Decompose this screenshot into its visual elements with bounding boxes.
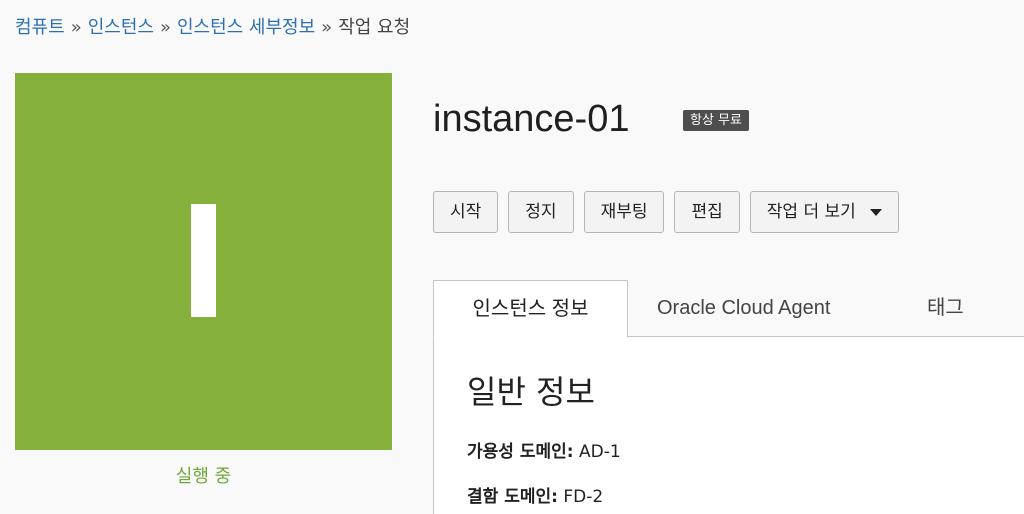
more-actions-button[interactable]: 작업 더 보기 — [749, 191, 899, 233]
always-free-badge: 항상 무료 — [683, 110, 749, 131]
action-toolbar: 시작 정지 재부팅 편집 작업 더 보기 — [433, 191, 899, 233]
instance-state-label: 실행 중 — [175, 466, 232, 487]
breadcrumb-current: 작업 요청 — [338, 17, 411, 38]
instance-status-tile — [15, 73, 392, 450]
instance-info-panel: 일반 정보 가용성 도메인: AD-1 결함 도메인: FD-2 — [433, 337, 1024, 514]
breadcrumb-separator: » — [321, 17, 333, 38]
breadcrumb-compute[interactable]: 컴퓨트 — [15, 17, 65, 38]
fault-domain-field: 결함 도메인: FD-2 — [467, 482, 603, 507]
general-info-heading: 일반 정보 — [467, 373, 595, 411]
tab-tags[interactable]: 태그 — [927, 280, 964, 337]
page-title: instance-01 — [433, 98, 630, 140]
reboot-button[interactable]: 재부팅 — [583, 191, 665, 233]
caret-down-icon — [869, 208, 882, 216]
stop-button[interactable]: 정지 — [508, 191, 574, 233]
fault-domain-value: FD-2 — [563, 487, 604, 507]
tab-instance-info[interactable]: 인스턴스 정보 — [433, 280, 628, 338]
start-button[interactable]: 시작 — [433, 191, 499, 233]
edit-button[interactable]: 편집 — [674, 191, 740, 233]
tab-oracle-cloud-agent[interactable]: Oracle Cloud Agent — [657, 280, 830, 337]
instance-initial-glyph — [191, 204, 216, 317]
breadcrumb-separator: » — [159, 17, 171, 38]
start-button-label: 시작 — [450, 202, 482, 222]
more-actions-label: 작업 더 보기 — [766, 202, 856, 222]
breadcrumb: 컴퓨트» 인스턴스» 인스턴스 세부정보» 작업 요청 — [15, 16, 410, 40]
breadcrumb-separator: » — [70, 17, 82, 38]
reboot-button-label: 재부팅 — [600, 202, 648, 222]
availability-domain-field: 가용성 도메인: AD-1 — [467, 437, 621, 462]
availability-domain-label: 가용성 도메인: — [467, 442, 574, 462]
stop-button-label: 정지 — [525, 202, 557, 222]
fault-domain-label: 결함 도메인: — [467, 487, 558, 507]
breadcrumb-instance-details[interactable]: 인스턴스 세부정보 — [177, 17, 315, 38]
edit-button-label: 편집 — [691, 202, 723, 222]
breadcrumb-instances[interactable]: 인스턴스 — [88, 17, 154, 38]
availability-domain-value: AD-1 — [578, 442, 621, 462]
